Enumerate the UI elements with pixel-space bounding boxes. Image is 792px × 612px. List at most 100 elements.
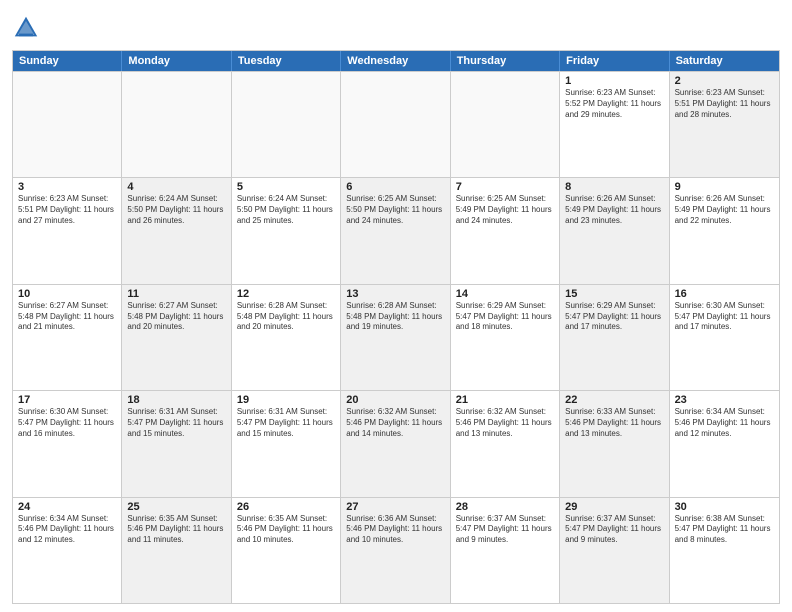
day-number: 14 [456,288,554,300]
day-cell-14: 14Sunrise: 6:29 AM Sunset: 5:47 PM Dayli… [451,285,560,390]
day-info: Sunrise: 6:27 AM Sunset: 5:48 PM Dayligh… [127,301,225,333]
weekday-header-friday: Friday [560,51,669,71]
day-cell-17: 17Sunrise: 6:30 AM Sunset: 5:47 PM Dayli… [13,391,122,496]
weekday-header-wednesday: Wednesday [341,51,450,71]
weekday-header-saturday: Saturday [670,51,779,71]
day-cell-18: 18Sunrise: 6:31 AM Sunset: 5:47 PM Dayli… [122,391,231,496]
day-info: Sunrise: 6:31 AM Sunset: 5:47 PM Dayligh… [237,407,335,439]
day-info: Sunrise: 6:35 AM Sunset: 5:46 PM Dayligh… [127,514,225,546]
calendar-body: 1Sunrise: 6:23 AM Sunset: 5:52 PM Daylig… [13,71,779,603]
day-cell-8: 8Sunrise: 6:26 AM Sunset: 5:49 PM Daylig… [560,178,669,283]
empty-cell [122,72,231,177]
day-cell-21: 21Sunrise: 6:32 AM Sunset: 5:46 PM Dayli… [451,391,560,496]
day-number: 2 [675,75,774,87]
weekday-header-sunday: Sunday [13,51,122,71]
day-cell-4: 4Sunrise: 6:24 AM Sunset: 5:50 PM Daylig… [122,178,231,283]
day-info: Sunrise: 6:37 AM Sunset: 5:47 PM Dayligh… [565,514,663,546]
day-number: 17 [18,394,116,406]
day-info: Sunrise: 6:29 AM Sunset: 5:47 PM Dayligh… [456,301,554,333]
day-info: Sunrise: 6:31 AM Sunset: 5:47 PM Dayligh… [127,407,225,439]
day-info: Sunrise: 6:32 AM Sunset: 5:46 PM Dayligh… [456,407,554,439]
day-info: Sunrise: 6:23 AM Sunset: 5:51 PM Dayligh… [675,88,774,120]
day-number: 12 [237,288,335,300]
day-cell-19: 19Sunrise: 6:31 AM Sunset: 5:47 PM Dayli… [232,391,341,496]
day-info: Sunrise: 6:26 AM Sunset: 5:49 PM Dayligh… [675,194,774,226]
day-number: 23 [675,394,774,406]
empty-cell [341,72,450,177]
day-number: 21 [456,394,554,406]
day-info: Sunrise: 6:28 AM Sunset: 5:48 PM Dayligh… [346,301,444,333]
day-cell-15: 15Sunrise: 6:29 AM Sunset: 5:47 PM Dayli… [560,285,669,390]
day-number: 29 [565,501,663,513]
logo-icon [12,14,40,42]
day-info: Sunrise: 6:25 AM Sunset: 5:49 PM Dayligh… [456,194,554,226]
day-info: Sunrise: 6:30 AM Sunset: 5:47 PM Dayligh… [675,301,774,333]
day-info: Sunrise: 6:37 AM Sunset: 5:47 PM Dayligh… [456,514,554,546]
day-number: 18 [127,394,225,406]
calendar-row-3: 17Sunrise: 6:30 AM Sunset: 5:47 PM Dayli… [13,390,779,496]
day-cell-9: 9Sunrise: 6:26 AM Sunset: 5:49 PM Daylig… [670,178,779,283]
day-cell-20: 20Sunrise: 6:32 AM Sunset: 5:46 PM Dayli… [341,391,450,496]
day-info: Sunrise: 6:30 AM Sunset: 5:47 PM Dayligh… [18,407,116,439]
logo [12,14,44,42]
weekday-header-tuesday: Tuesday [232,51,341,71]
calendar-header: SundayMondayTuesdayWednesdayThursdayFrid… [13,51,779,71]
calendar: SundayMondayTuesdayWednesdayThursdayFrid… [12,50,780,604]
day-cell-26: 26Sunrise: 6:35 AM Sunset: 5:46 PM Dayli… [232,498,341,603]
day-number: 11 [127,288,225,300]
day-number: 19 [237,394,335,406]
day-info: Sunrise: 6:33 AM Sunset: 5:46 PM Dayligh… [565,407,663,439]
day-cell-29: 29Sunrise: 6:37 AM Sunset: 5:47 PM Dayli… [560,498,669,603]
calendar-row-2: 10Sunrise: 6:27 AM Sunset: 5:48 PM Dayli… [13,284,779,390]
day-cell-22: 22Sunrise: 6:33 AM Sunset: 5:46 PM Dayli… [560,391,669,496]
day-number: 28 [456,501,554,513]
weekday-header-monday: Monday [122,51,231,71]
day-cell-30: 30Sunrise: 6:38 AM Sunset: 5:47 PM Dayli… [670,498,779,603]
day-cell-10: 10Sunrise: 6:27 AM Sunset: 5:48 PM Dayli… [13,285,122,390]
day-info: Sunrise: 6:24 AM Sunset: 5:50 PM Dayligh… [237,194,335,226]
day-cell-12: 12Sunrise: 6:28 AM Sunset: 5:48 PM Dayli… [232,285,341,390]
day-number: 25 [127,501,225,513]
calendar-row-4: 24Sunrise: 6:34 AM Sunset: 5:46 PM Dayli… [13,497,779,603]
empty-cell [232,72,341,177]
day-cell-6: 6Sunrise: 6:25 AM Sunset: 5:50 PM Daylig… [341,178,450,283]
day-cell-5: 5Sunrise: 6:24 AM Sunset: 5:50 PM Daylig… [232,178,341,283]
day-cell-7: 7Sunrise: 6:25 AM Sunset: 5:49 PM Daylig… [451,178,560,283]
day-number: 15 [565,288,663,300]
weekday-header-thursday: Thursday [451,51,560,71]
page: SundayMondayTuesdayWednesdayThursdayFrid… [0,0,792,612]
day-info: Sunrise: 6:34 AM Sunset: 5:46 PM Dayligh… [18,514,116,546]
day-number: 4 [127,181,225,193]
day-cell-3: 3Sunrise: 6:23 AM Sunset: 5:51 PM Daylig… [13,178,122,283]
day-cell-24: 24Sunrise: 6:34 AM Sunset: 5:46 PM Dayli… [13,498,122,603]
day-cell-16: 16Sunrise: 6:30 AM Sunset: 5:47 PM Dayli… [670,285,779,390]
day-info: Sunrise: 6:32 AM Sunset: 5:46 PM Dayligh… [346,407,444,439]
day-number: 5 [237,181,335,193]
day-number: 1 [565,75,663,87]
empty-cell [13,72,122,177]
day-number: 27 [346,501,444,513]
day-info: Sunrise: 6:36 AM Sunset: 5:46 PM Dayligh… [346,514,444,546]
day-number: 13 [346,288,444,300]
day-info: Sunrise: 6:24 AM Sunset: 5:50 PM Dayligh… [127,194,225,226]
calendar-row-1: 3Sunrise: 6:23 AM Sunset: 5:51 PM Daylig… [13,177,779,283]
day-info: Sunrise: 6:34 AM Sunset: 5:46 PM Dayligh… [675,407,774,439]
day-cell-13: 13Sunrise: 6:28 AM Sunset: 5:48 PM Dayli… [341,285,450,390]
day-number: 8 [565,181,663,193]
day-info: Sunrise: 6:23 AM Sunset: 5:52 PM Dayligh… [565,88,663,120]
day-number: 26 [237,501,335,513]
day-info: Sunrise: 6:26 AM Sunset: 5:49 PM Dayligh… [565,194,663,226]
day-number: 6 [346,181,444,193]
day-number: 9 [675,181,774,193]
day-info: Sunrise: 6:28 AM Sunset: 5:48 PM Dayligh… [237,301,335,333]
day-info: Sunrise: 6:35 AM Sunset: 5:46 PM Dayligh… [237,514,335,546]
day-cell-28: 28Sunrise: 6:37 AM Sunset: 5:47 PM Dayli… [451,498,560,603]
empty-cell [451,72,560,177]
day-cell-2: 2Sunrise: 6:23 AM Sunset: 5:51 PM Daylig… [670,72,779,177]
day-number: 7 [456,181,554,193]
day-cell-11: 11Sunrise: 6:27 AM Sunset: 5:48 PM Dayli… [122,285,231,390]
day-info: Sunrise: 6:27 AM Sunset: 5:48 PM Dayligh… [18,301,116,333]
day-number: 16 [675,288,774,300]
day-info: Sunrise: 6:23 AM Sunset: 5:51 PM Dayligh… [18,194,116,226]
day-info: Sunrise: 6:29 AM Sunset: 5:47 PM Dayligh… [565,301,663,333]
